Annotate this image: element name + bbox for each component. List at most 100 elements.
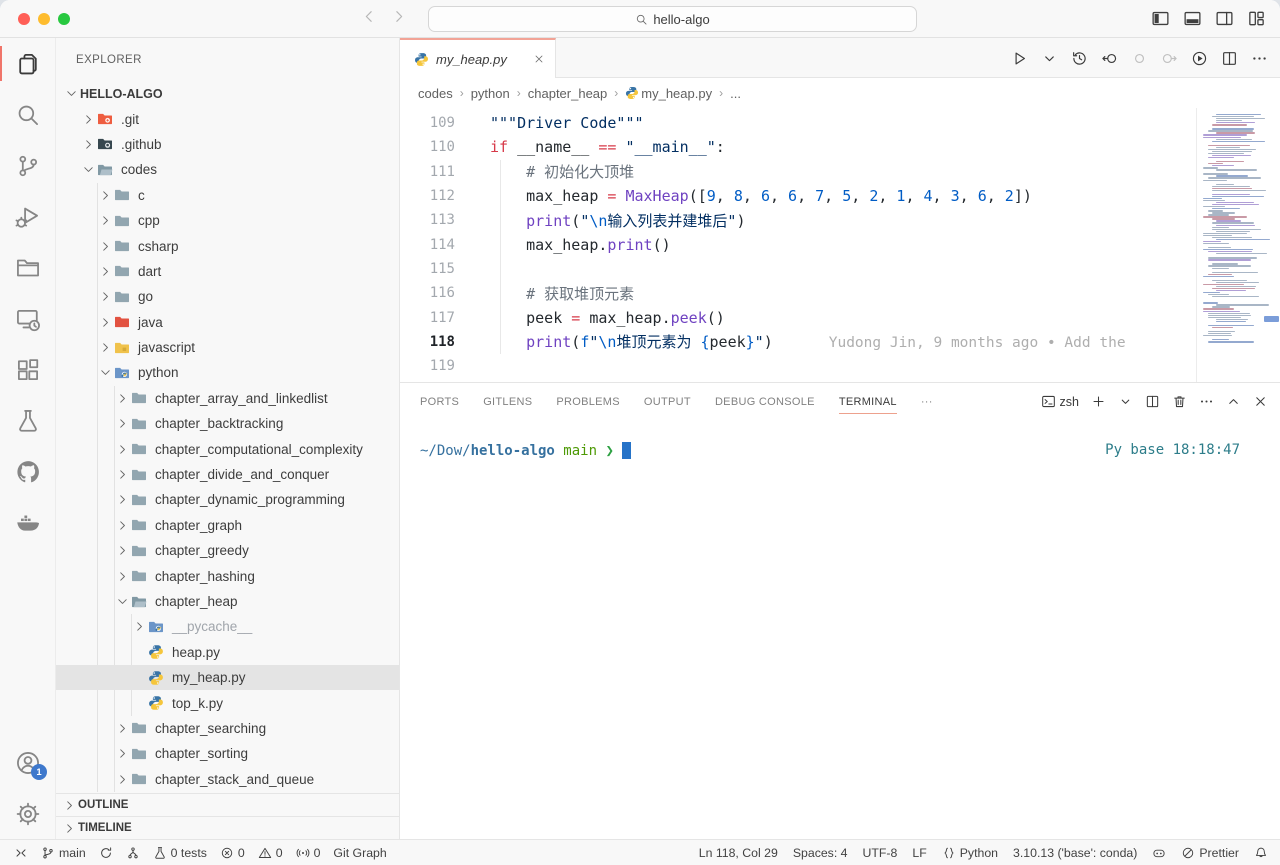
breadcrumb-item[interactable]: ... [730, 86, 741, 101]
panel-tab-problems[interactable]: PROBLEMS [556, 383, 620, 420]
tree-item-.github[interactable]: .github [56, 132, 399, 157]
git-graph-button[interactable]: Git Graph [333, 846, 386, 860]
panel-tab-gitlens[interactable]: GITLENS [483, 383, 532, 420]
tree-item-java[interactable]: java [56, 310, 399, 335]
run-or-debug-button[interactable] [1191, 50, 1208, 67]
run-python-file-button[interactable] [1011, 50, 1028, 67]
tree-item-top_k.py[interactable]: top_k.py [56, 690, 399, 715]
problems-warnings[interactable]: 0 [258, 846, 283, 860]
git-branch[interactable]: main [41, 846, 86, 860]
panel-tab-output[interactable]: OUTPUT [644, 383, 691, 420]
tree-item-chapter_computational_complexity[interactable]: chapter_computational_complexity [56, 436, 399, 461]
forward-button[interactable] [391, 8, 408, 25]
customize-layout-button[interactable] [1247, 9, 1266, 28]
tree-item-chapter_divide_and_conquer[interactable]: chapter_divide_and_conquer [56, 462, 399, 487]
next-change-button[interactable] [1161, 50, 1178, 67]
tree-item-__pycache__[interactable]: __pycache__ [56, 614, 399, 639]
tree-item-chapter_stack_and_queue[interactable]: chapter_stack_and_queue [56, 767, 399, 792]
more-actions-button[interactable] [1251, 50, 1268, 67]
tree-item-c[interactable]: c [56, 183, 399, 208]
run-dropdown-button[interactable] [1041, 50, 1058, 67]
breadcrumb-item[interactable]: my_heap.py [625, 86, 712, 101]
indentation[interactable]: Spaces: 4 [793, 846, 848, 860]
tree-item-chapter_sorting[interactable]: chapter_sorting [56, 741, 399, 766]
new-terminal-button[interactable] [1091, 394, 1106, 409]
panel-tab-debug-console[interactable]: DEBUG CONSOLE [715, 383, 815, 420]
close-window-button[interactable] [18, 13, 30, 25]
command-center-search[interactable]: hello-algo [428, 6, 917, 32]
activity-testing[interactable] [0, 395, 55, 446]
toggle-secondary-sidebar-button[interactable] [1215, 9, 1234, 28]
tree-item-heap.py[interactable]: heap.py [56, 640, 399, 665]
tree-item-cpp[interactable]: cpp [56, 208, 399, 233]
split-terminal-button[interactable] [1145, 394, 1160, 409]
tree-item-csharp[interactable]: csharp [56, 233, 399, 258]
timeline-button[interactable] [1071, 50, 1088, 67]
tree-item-go[interactable]: go [56, 284, 399, 309]
back-button[interactable] [360, 8, 377, 25]
eol-selector[interactable]: LF [912, 846, 926, 860]
ports-status[interactable]: 0 [296, 846, 321, 860]
activity-explorer[interactable] [0, 38, 55, 89]
zoom-window-button[interactable] [58, 13, 70, 25]
encoding[interactable]: UTF-8 [863, 846, 898, 860]
tree-item-chapter_heap[interactable]: chapter_heap [56, 589, 399, 614]
close-panel-button[interactable] [1253, 394, 1268, 409]
minimize-window-button[interactable] [38, 13, 50, 25]
shell-selector[interactable]: zsh [1041, 394, 1079, 409]
maximize-panel-button[interactable] [1226, 394, 1241, 409]
tree-item-chapter_dynamic_programming[interactable]: chapter_dynamic_programming [56, 487, 399, 512]
tree-item-chapter_hashing[interactable]: chapter_hashing [56, 563, 399, 588]
section-timeline[interactable]: TIMELINE [56, 816, 399, 839]
activity-extensions[interactable] [0, 344, 55, 395]
git-graph-branch-button[interactable] [126, 846, 140, 860]
tree-item-javascript[interactable]: javascript [56, 335, 399, 360]
tree-item-chapter_greedy[interactable]: chapter_greedy [56, 538, 399, 563]
activity-accounts[interactable]: 1 [0, 737, 55, 788]
terminal[interactable]: ~/Dow/hello-algo main ❯ Py base 18:18:47 [400, 420, 1280, 839]
tree-item-chapter_backtracking[interactable]: chapter_backtracking [56, 411, 399, 436]
notifications-bell[interactable] [1254, 846, 1268, 860]
activity-github[interactable] [0, 446, 55, 497]
terminal-dropdown-button[interactable] [1118, 394, 1133, 409]
additional-views-button[interactable]: ··· [921, 383, 933, 420]
breadcrumb-item[interactable]: chapter_heap [528, 86, 608, 101]
tree-item-my_heap.py[interactable]: my_heap.py [56, 665, 399, 690]
cursor-position[interactable]: Ln 118, Col 29 [699, 846, 778, 860]
tree-item-chapter_graph[interactable]: chapter_graph [56, 513, 399, 538]
copilot-status[interactable] [1152, 846, 1166, 860]
tree-item-HELLO-ALGO[interactable]: HELLO-ALGO [56, 81, 399, 106]
tree-item-.git[interactable]: .git [56, 106, 399, 131]
activity-search[interactable] [0, 89, 55, 140]
tree-item-codes[interactable]: codes [56, 157, 399, 182]
kill-terminal-button[interactable] [1172, 394, 1187, 409]
tree-item-chapter_searching[interactable]: chapter_searching [56, 716, 399, 741]
remote-indicator[interactable] [14, 846, 28, 860]
toggle-primary-sidebar-button[interactable] [1151, 9, 1170, 28]
minimap[interactable] [1196, 108, 1262, 382]
breadcrumb-item[interactable]: python [471, 86, 510, 101]
tree-item-dart[interactable]: dart [56, 259, 399, 284]
previous-change-button[interactable] [1131, 50, 1148, 67]
section-outline[interactable]: OUTLINE [56, 793, 399, 816]
open-changes-button[interactable] [1101, 50, 1118, 67]
activity-source-control[interactable] [0, 140, 55, 191]
panel-tab-ports[interactable]: PORTS [420, 383, 459, 420]
activity-run-and-debug[interactable] [0, 191, 55, 242]
activity-project-manager[interactable] [0, 242, 55, 293]
python-interpreter[interactable]: 3.10.13 ('base': conda) [1013, 846, 1137, 860]
tab-my-heap[interactable]: my_heap.py [400, 38, 556, 78]
toggle-panel-button[interactable] [1183, 9, 1202, 28]
tree-item-python[interactable]: python [56, 360, 399, 385]
activity-settings[interactable] [0, 788, 55, 839]
activity-docker[interactable] [0, 497, 55, 548]
activity-remote-explorer[interactable] [0, 293, 55, 344]
tests-status[interactable]: 0 tests [153, 846, 207, 860]
problems-errors[interactable]: 0 [220, 846, 245, 860]
tree-item-chapter_array_and_linkedlist[interactable]: chapter_array_and_linkedlist [56, 386, 399, 411]
code-editor[interactable]: 109"""Driver Code"""110if __name__ == "_… [400, 108, 1280, 382]
close-tab-icon[interactable] [533, 53, 545, 65]
sync-changes-button[interactable] [99, 846, 113, 860]
breadcrumb-item[interactable]: codes [418, 86, 453, 101]
split-editor-button[interactable] [1221, 50, 1238, 67]
